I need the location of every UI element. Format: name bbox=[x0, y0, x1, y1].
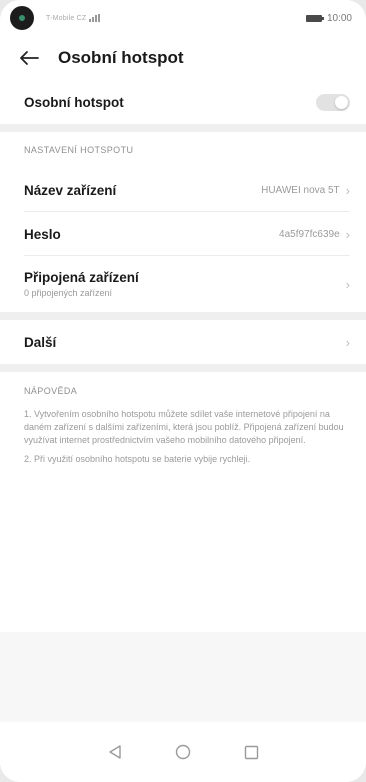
empty-area bbox=[0, 482, 366, 632]
section-header-hotspot-settings: NASTAVENÍ HOTSPOTU bbox=[24, 145, 134, 155]
device-name-value: HUAWEI nova 5T bbox=[261, 184, 340, 196]
chevron-right-icon: › bbox=[345, 182, 350, 198]
nav-home-icon[interactable] bbox=[172, 741, 194, 763]
section-gap bbox=[0, 312, 366, 320]
status-bar: T-Mobile CZ 10:00 bbox=[0, 0, 366, 36]
carrier-label: T-Mobile CZ bbox=[46, 14, 87, 22]
help-paragraph-2: 2. Při využití osobního hotspotu se bate… bbox=[24, 454, 251, 464]
navigation-bar bbox=[0, 722, 366, 782]
password-row[interactable]: Heslo 4a5f97fc639e › bbox=[0, 212, 366, 256]
chevron-right-icon: › bbox=[345, 226, 350, 242]
connected-devices-row[interactable]: Připojená zařízení 0 připojených zařízen… bbox=[0, 256, 366, 312]
connected-devices-count: 0 připojených zařízení bbox=[24, 288, 113, 298]
hotspot-toggle-row[interactable]: Osobní hotspot bbox=[0, 80, 366, 124]
front-camera bbox=[10, 6, 34, 30]
page-title: Osobní hotspot bbox=[58, 48, 184, 67]
more-label: Další bbox=[24, 334, 57, 350]
app-bar: Osobní hotspot bbox=[0, 36, 366, 80]
section-gap bbox=[0, 124, 366, 132]
signal-icon bbox=[89, 14, 101, 22]
connected-devices-label: Připojená zařízení bbox=[24, 270, 139, 285]
back-arrow-icon[interactable] bbox=[18, 47, 40, 69]
hotspot-toggle-label: Osobní hotspot bbox=[24, 94, 124, 110]
chevron-right-icon: › bbox=[345, 276, 350, 292]
battery-icon bbox=[305, 14, 324, 22]
phone-screen: T-Mobile CZ 10:00 Osobní hotspot Osobní … bbox=[0, 0, 366, 782]
chevron-right-icon: › bbox=[345, 334, 350, 350]
clock: 10:00 bbox=[326, 12, 352, 24]
device-name-row[interactable]: Název zařízení HUAWEI nova 5T › bbox=[0, 168, 366, 212]
help-section: NÁPOVĚDA 1. Vytvořením osobního hotspotu… bbox=[0, 372, 366, 482]
device-name-label: Název zařízení bbox=[24, 182, 117, 198]
more-row[interactable]: Další › bbox=[0, 320, 366, 364]
nav-back-icon[interactable] bbox=[104, 741, 126, 763]
password-value: 4a5f97fc639e bbox=[279, 228, 340, 240]
help-paragraph-1: 1. Vytvořením osobního hotspotu můžete s… bbox=[24, 409, 344, 445]
nav-recents-icon[interactable] bbox=[240, 741, 262, 763]
help-title: NÁPOVĚDA bbox=[24, 386, 78, 396]
section-gap bbox=[0, 364, 366, 372]
hotspot-toggle-switch[interactable] bbox=[316, 93, 350, 111]
password-label: Heslo bbox=[24, 226, 61, 242]
